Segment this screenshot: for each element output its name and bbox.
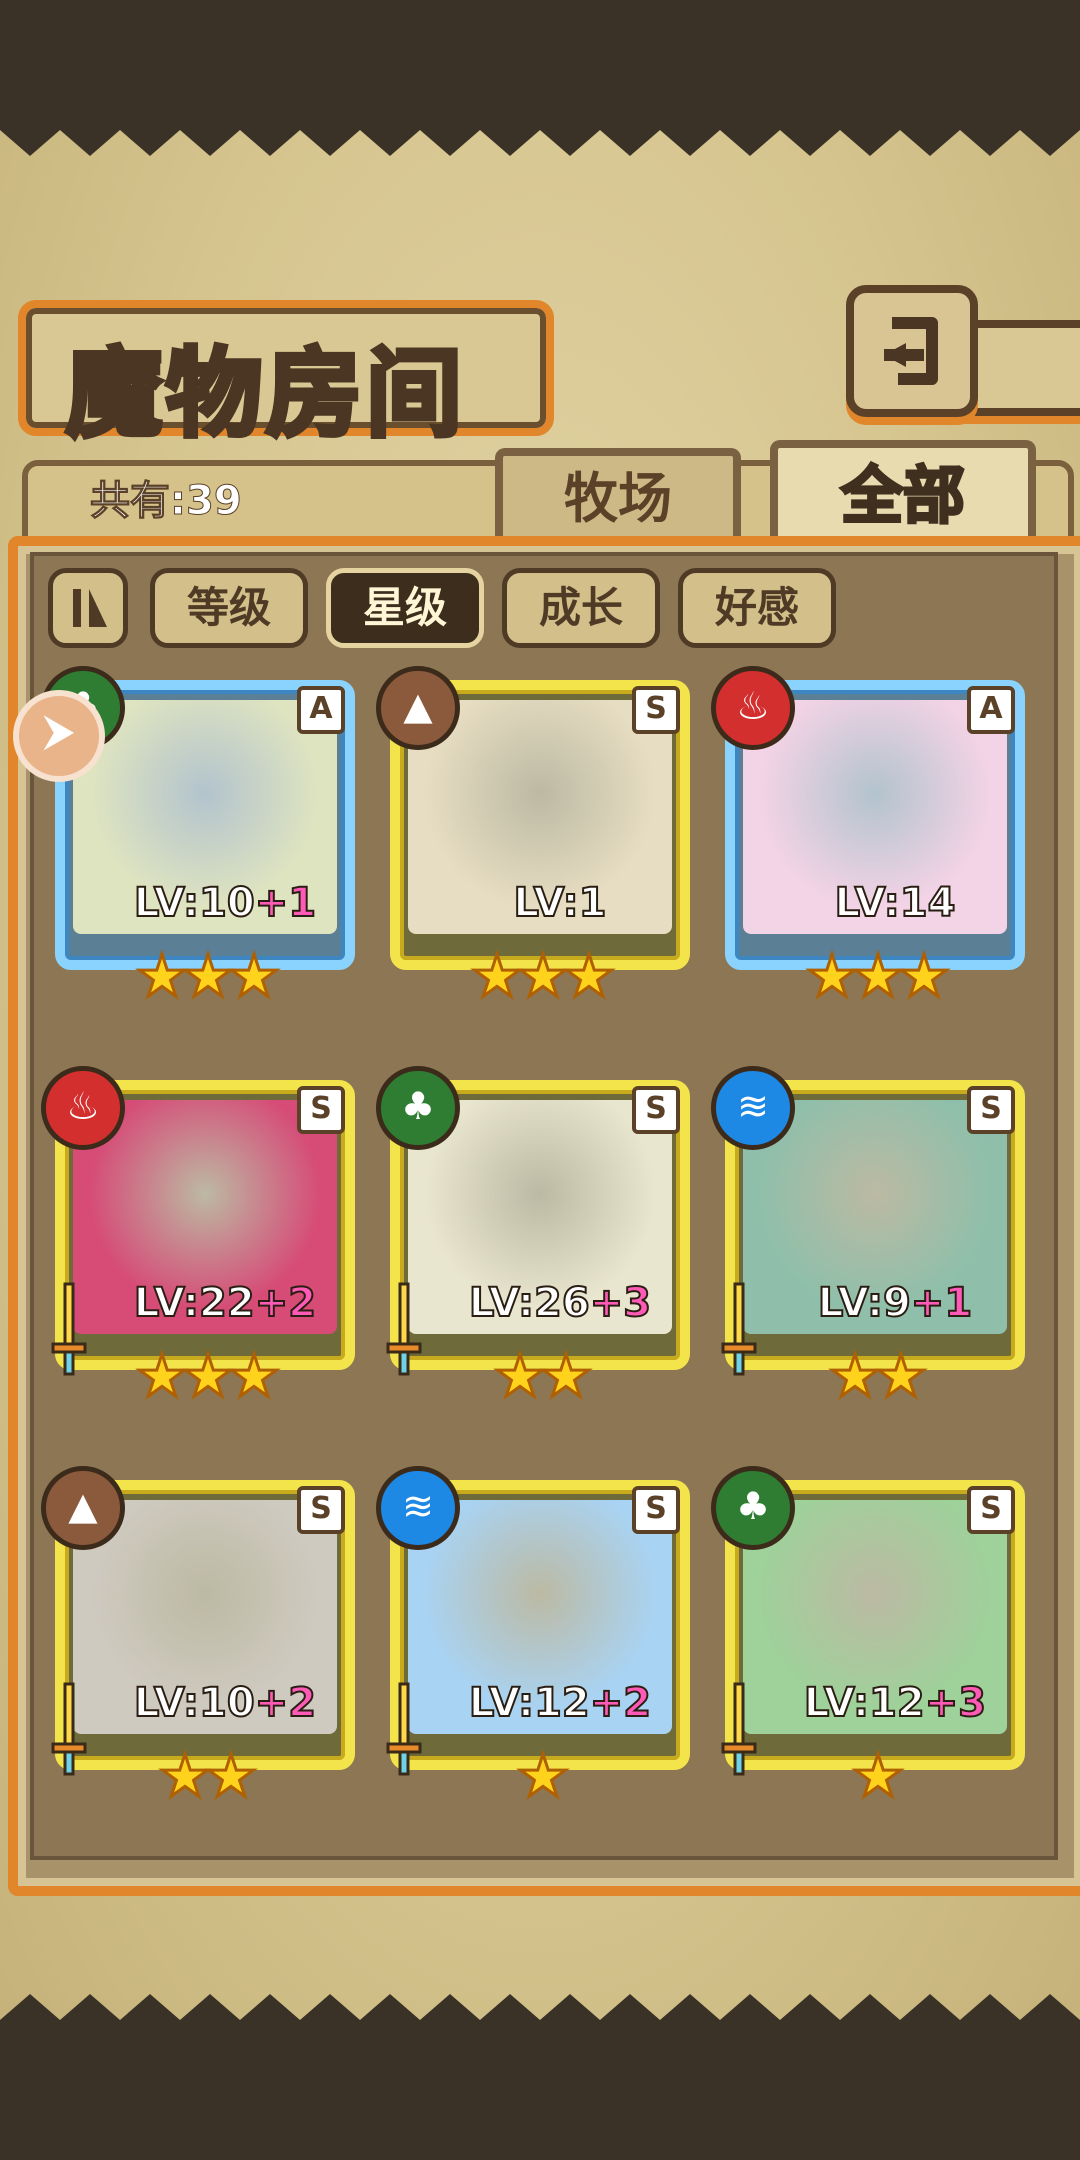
level-value: LV:22	[133, 1279, 256, 1327]
level-label: LV:10+1	[115, 879, 335, 927]
element-fire-icon: ♨	[711, 666, 795, 750]
level-value: LV:10	[133, 1679, 256, 1727]
sort-by-growth-button[interactable]: 成长	[502, 568, 660, 648]
element-leaf-icon: ♣	[376, 1066, 460, 1150]
sort-label: 成长	[538, 583, 623, 632]
sort-label: 好感	[714, 583, 799, 632]
sort-order-toggle[interactable]	[48, 568, 128, 648]
level-value: LV:9	[817, 1279, 912, 1327]
rank-badge: S	[632, 686, 680, 734]
star-rating: ★★	[828, 1341, 929, 1412]
rank-badge: S	[632, 1486, 680, 1534]
level-value: LV:10	[133, 879, 256, 927]
monster-card[interactable]: S ≋ LV:9+1 ★★	[711, 1066, 1025, 1412]
level-label: LV:12+3	[785, 1679, 1005, 1727]
element-earth-icon: ▲	[376, 666, 460, 750]
star-rating: ★	[516, 1741, 571, 1812]
return-arrow-icon	[884, 317, 938, 385]
level-label: LV:10+2	[115, 1679, 335, 1727]
awaken-bonus: +3	[589, 1279, 652, 1327]
sort-label: 等级	[186, 583, 271, 632]
level-label: LV:9+1	[785, 1279, 1005, 1327]
monster-card[interactable]: A ♨ LV:14 ★★★	[711, 666, 1025, 1012]
awaken-bonus: +1	[910, 1279, 973, 1327]
level-label: LV:22+2	[115, 1279, 335, 1327]
monster-card[interactable]: S ♣ LV:26+3 ★★	[376, 1066, 690, 1412]
element-water-icon: ≋	[711, 1066, 795, 1150]
monster-card[interactable]: S ♣ LV:12+3 ★	[711, 1466, 1025, 1812]
awaken-bonus: +2	[254, 1279, 317, 1327]
level-label: LV:26+3	[450, 1279, 670, 1327]
sort-by-affection-button[interactable]: 好感	[678, 568, 836, 648]
star-rating: ★	[851, 1741, 906, 1812]
zigzag-edge-top	[0, 120, 1080, 156]
element-leaf-icon: ♣	[711, 1466, 795, 1550]
level-value: LV:14	[834, 879, 957, 927]
order-toggle-icon	[73, 589, 107, 627]
level-value: LV:1	[513, 879, 608, 927]
star-rating: ★★★	[135, 941, 282, 1012]
monster-card[interactable]: S ♨ LV:22+2 ★★★	[41, 1066, 355, 1412]
bottom-decor-band	[0, 2040, 1080, 2160]
star-rating: ★★	[493, 1341, 594, 1412]
rank-badge: S	[297, 1486, 345, 1534]
level-value: LV:12	[468, 1679, 591, 1727]
back-button-tail	[960, 320, 1080, 416]
awaken-bonus: +2	[254, 1679, 317, 1727]
top-decor-band	[0, 0, 1080, 120]
awaken-bonus: +3	[924, 1679, 987, 1727]
star-rating: ★★★	[805, 941, 952, 1012]
star-rating: ★★★	[135, 1341, 282, 1412]
rank-badge: S	[632, 1086, 680, 1134]
rank-badge: A	[297, 686, 345, 734]
rank-badge: S	[967, 1486, 1015, 1534]
zigzag-edge-bottom	[0, 1994, 1080, 2040]
team-pin-icon: ⮞	[13, 690, 105, 782]
awaken-bonus: +2	[589, 1679, 652, 1727]
level-label: LV:1	[450, 879, 670, 927]
monster-count: 共有:39	[90, 478, 243, 525]
rank-badge: S	[967, 1086, 1015, 1134]
tab-label: 全部	[839, 458, 966, 534]
sort-label: 星级	[362, 583, 447, 632]
star-rating: ★★★	[470, 941, 617, 1012]
back-button[interactable]	[846, 285, 978, 417]
star-rating: ★★	[158, 1741, 259, 1812]
monster-card[interactable]: S ≋ LV:12+2 ★	[376, 1466, 690, 1812]
element-earth-icon: ▲	[41, 1466, 125, 1550]
tab-label: 牧场	[564, 467, 672, 530]
rank-badge: S	[297, 1086, 345, 1134]
awaken-bonus: +1	[254, 879, 317, 927]
sort-by-level-button[interactable]: 等级	[150, 568, 308, 648]
tab-all[interactable]: 全部	[770, 440, 1036, 544]
level-label: LV:12+2	[450, 1679, 670, 1727]
element-water-icon: ≋	[376, 1466, 460, 1550]
level-value: LV:26	[468, 1279, 591, 1327]
level-label: LV:14	[785, 879, 1005, 927]
element-fire-icon: ♨	[41, 1066, 125, 1150]
title-banner: 魔物房间	[18, 300, 554, 453]
rank-badge: A	[967, 686, 1015, 734]
monster-card[interactable]: S ▲ LV:1 ★★★	[376, 666, 690, 1012]
tab-pasture[interactable]: 牧场	[495, 448, 741, 542]
sort-by-star-button[interactable]: 星级	[326, 568, 484, 648]
page-title: 魔物房间	[64, 335, 466, 453]
level-value: LV:12	[803, 1679, 926, 1727]
monster-card[interactable]: A♣LV:10+1★★★⮞	[13, 666, 355, 1012]
monster-card[interactable]: S ▲ LV:10+2 ★★	[41, 1466, 355, 1812]
